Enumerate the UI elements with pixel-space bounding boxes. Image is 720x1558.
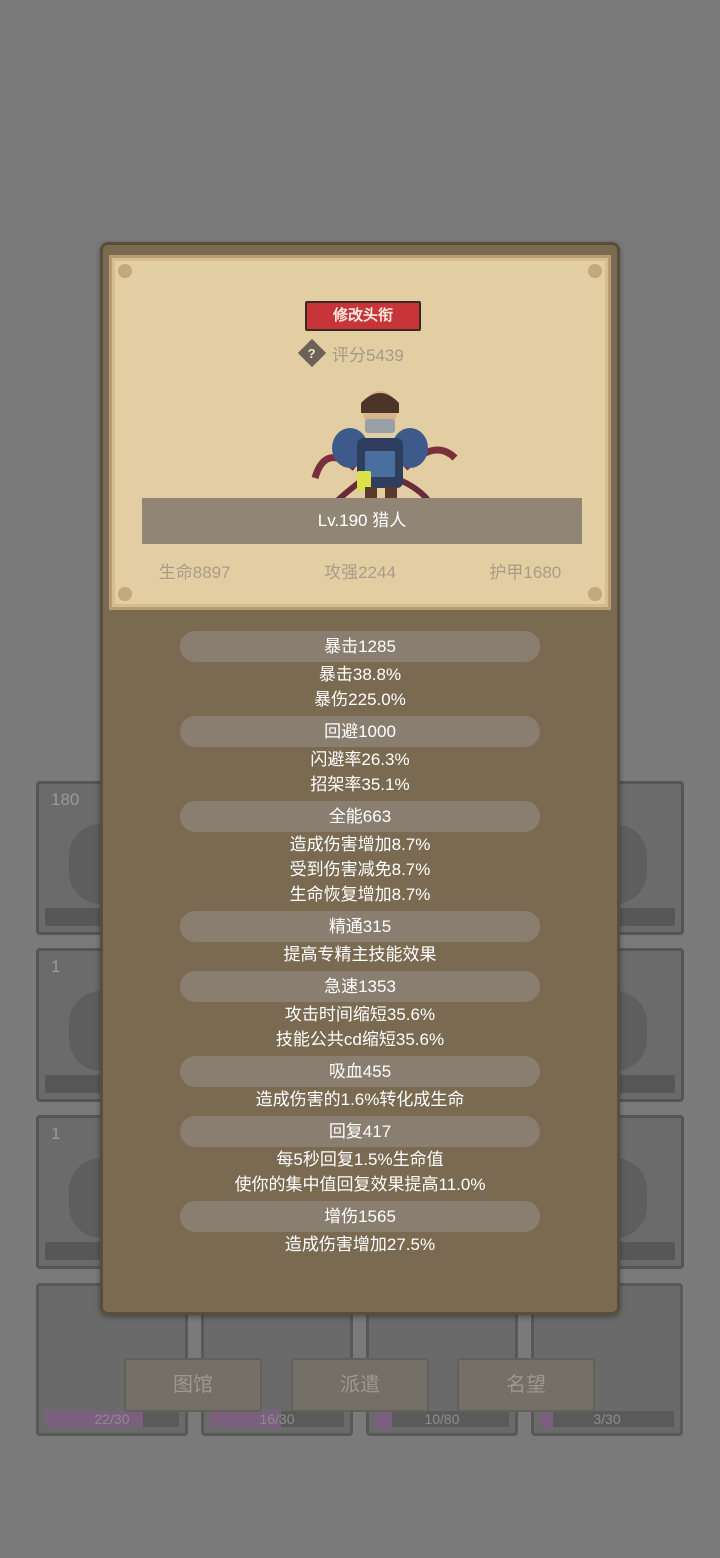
attr-line: 技能公共cd缩短35.6%	[275, 1030, 445, 1049]
corner-rivet	[588, 587, 602, 601]
attr-line: 造成伤害的1.6%转化成生命	[255, 1090, 465, 1109]
armor-stat: 护甲1680	[489, 563, 562, 582]
progress-text: 3/30	[593, 1411, 621, 1427]
corner-rivet	[118, 587, 132, 601]
attr-header-crit: 暴击1285	[180, 631, 540, 662]
character-detail-dialog: 修改头衔 ? 评分5439 Lv.190 猎人 生命8897 攻强2244 护甲…	[100, 242, 620, 1315]
attr-header-haste: 急速1353	[180, 971, 540, 1002]
attr-line: 造成伤害增加27.5%	[284, 1235, 436, 1254]
attr-line: 受到伤害减免8.7%	[289, 860, 431, 879]
dispatch-button[interactable]: 派遣	[291, 1358, 429, 1412]
character-card: 修改头衔 ? 评分5439 Lv.190 猎人 生命8897 攻强2244 护甲…	[109, 255, 611, 610]
hero-card-count: 1	[51, 957, 61, 976]
attr-header-damage-bonus: 增伤1565	[180, 1201, 540, 1232]
reputation-button[interactable]: 名望	[457, 1358, 595, 1412]
rename-title-button[interactable]: 修改头衔	[305, 301, 421, 331]
character-name-banner: Lv.190 猎人	[142, 498, 582, 544]
attr-line: 使你的集中值回复效果提高11.0%	[234, 1175, 486, 1194]
attr-line: 造成伤害增加8.7%	[289, 835, 431, 854]
attr-header-lifesteal: 吸血455	[180, 1056, 540, 1087]
hunter-character-sprite	[311, 391, 458, 506]
help-icon[interactable]: ?	[297, 338, 327, 368]
progress-text: 10/80	[424, 1411, 460, 1427]
hero-card-count: 180	[51, 790, 80, 809]
attr-header-avoidance: 回避1000	[180, 716, 540, 747]
attribute-list: 暴击1285 暴击38.8% 暴伤225.0% 回避1000 闪避率26.3% …	[103, 631, 617, 1257]
attr-line: 招架率35.1%	[310, 775, 410, 794]
hero-card-count: 1	[51, 1124, 61, 1143]
attr-line: 闪避率26.3%	[310, 750, 410, 769]
progress-bar: 10/80	[375, 1411, 509, 1427]
attr-line: 生命恢复增加8.7%	[289, 885, 431, 904]
corner-rivet	[588, 264, 602, 278]
core-stats: 生命8897 攻强2244 护甲1680	[112, 558, 608, 588]
progress-bar: 16/30	[210, 1411, 344, 1427]
progress-text: 22/30	[94, 1411, 130, 1427]
attr-line: 提高专精主技能效果	[283, 945, 437, 964]
attr-line: 攻击时间缩短35.6%	[284, 1005, 436, 1024]
attr-header-mastery: 精通315	[180, 911, 540, 942]
progress-bar: 22/30	[45, 1411, 179, 1427]
corner-rivet	[118, 264, 132, 278]
attack-power-stat: 攻强2244	[324, 563, 396, 582]
hp-stat: 生命8897	[158, 563, 231, 582]
score-row: ? 评分5439	[297, 338, 404, 368]
attr-line: 暴伤225.0%	[314, 690, 406, 709]
score-label: 评分5439	[332, 345, 404, 365]
progress-bar: 3/30	[540, 1411, 674, 1427]
library-button[interactable]: 图馆	[124, 1358, 262, 1412]
attr-line: 暴击38.8%	[318, 665, 402, 684]
progress-text: 16/30	[259, 1411, 295, 1427]
attr-header-recovery: 回复417	[180, 1116, 540, 1147]
attr-header-versatility: 全能663	[180, 801, 540, 832]
attr-line: 每5秒回复1.5%生命值	[276, 1150, 444, 1169]
